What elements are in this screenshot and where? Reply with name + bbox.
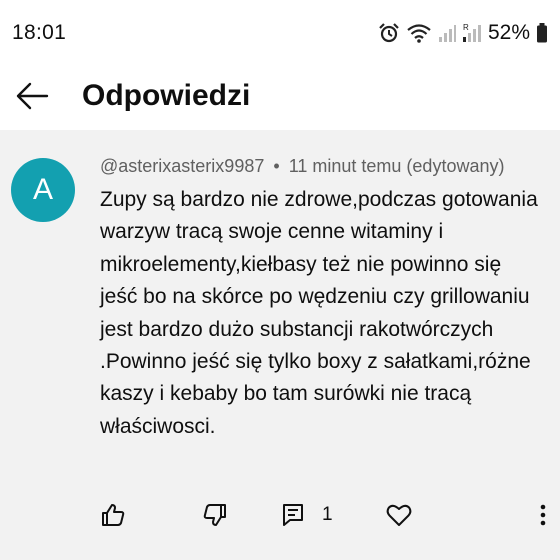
page-title: Odpowiedzi bbox=[82, 79, 251, 112]
battery-icon bbox=[536, 22, 548, 44]
avatar[interactable]: A bbox=[11, 158, 75, 222]
comment-time: 11 minut temu (edytowany) bbox=[288, 156, 505, 176]
svg-text:R: R bbox=[463, 23, 469, 32]
wifi-icon bbox=[406, 22, 432, 44]
signal-icon bbox=[438, 22, 456, 44]
meta-separator: • bbox=[273, 156, 280, 176]
thumbs-down-icon bbox=[203, 504, 226, 526]
reply-count: 1 bbox=[322, 504, 333, 525]
header: Odpowiedzi bbox=[0, 68, 560, 128]
status-icons: R 52% bbox=[378, 20, 548, 46]
battery-text: 52% bbox=[487, 21, 530, 44]
more-vertical-icon bbox=[540, 504, 546, 526]
dislike-button[interactable] bbox=[202, 501, 228, 529]
more-button[interactable] bbox=[538, 501, 548, 529]
heart-icon bbox=[386, 504, 412, 526]
comment: A @asterixasterix9987 • 11 minut temu (e… bbox=[0, 130, 560, 560]
comment-text: Zupy są bardzo nie zdrowe,podczas gotowa… bbox=[100, 188, 538, 438]
comment-meta: @asterixasterix9987 • 11 minut temu (edy… bbox=[100, 156, 504, 177]
signal-roaming-icon: R bbox=[462, 22, 482, 44]
alarm-icon bbox=[378, 22, 400, 44]
thumbs-up-icon bbox=[102, 504, 125, 526]
back-button[interactable] bbox=[12, 76, 52, 116]
reply-button[interactable]: 1 bbox=[282, 501, 333, 529]
back-arrow-icon bbox=[16, 82, 49, 110]
heart-button[interactable] bbox=[386, 501, 412, 529]
comment-actions: 1 bbox=[0, 495, 560, 535]
comment-icon bbox=[283, 504, 303, 526]
author-handle[interactable]: @asterixasterix9987 bbox=[100, 156, 264, 176]
like-button[interactable] bbox=[100, 501, 126, 529]
status-time: 18:01 bbox=[12, 21, 67, 44]
status-bar: 18:01 R 52% bbox=[0, 0, 560, 68]
